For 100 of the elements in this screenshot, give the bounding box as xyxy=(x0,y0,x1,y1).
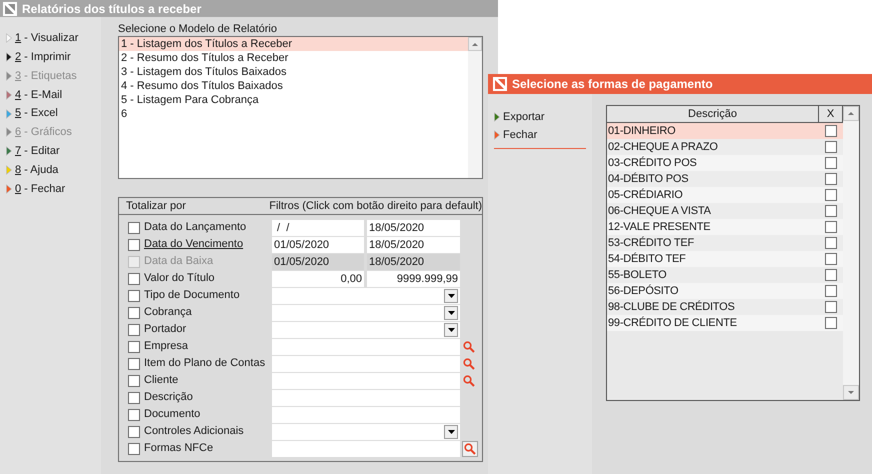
dropdown-button[interactable] xyxy=(444,424,458,438)
list-item[interactable]: 6 xyxy=(119,107,468,121)
range-from-field[interactable]: 0,00 xyxy=(272,270,364,286)
column-header: Filtros (Click com botão direito para default) xyxy=(269,198,482,214)
checkbox[interactable] xyxy=(128,374,140,386)
row-checkbox[interactable] xyxy=(825,237,837,249)
checkbox[interactable] xyxy=(128,426,140,438)
row-checkbox[interactable] xyxy=(825,221,837,233)
filter-label: Formas NFCe xyxy=(144,441,214,456)
list-item[interactable]: 2 - Resumo dos Títulos a Receber xyxy=(119,51,468,65)
table-row[interactable]: 54-DÉBITO TEF xyxy=(607,251,843,267)
lookup-field[interactable] xyxy=(272,338,460,354)
sidebar-item[interactable]: 2 - Imprimir xyxy=(6,48,101,67)
checkbox[interactable] xyxy=(128,442,140,454)
row-checkbox[interactable] xyxy=(825,317,837,329)
scroll-up-button[interactable] xyxy=(468,37,482,51)
checkbox[interactable] xyxy=(128,358,140,370)
filter-label: Portador xyxy=(144,322,186,338)
row-checkbox[interactable] xyxy=(825,205,837,217)
table-cell-text: 56-DEPÓSITO xyxy=(607,284,680,299)
sidebar-item[interactable]: 0 - Fechar xyxy=(6,179,101,198)
list-item[interactable]: 5 - Listagem Para Cobrança xyxy=(119,93,468,107)
row-checkbox[interactable] xyxy=(825,253,837,265)
row-checkbox[interactable] xyxy=(825,269,837,281)
table-cell-text: 54-DÉBITO TEF xyxy=(607,252,687,267)
range-from-field[interactable]: 01/05/2020 xyxy=(272,236,364,252)
range-from-field[interactable]: / / xyxy=(272,220,364,236)
sidebar-item[interactable]: 1 - Visualizar xyxy=(6,29,101,48)
app-logo-icon xyxy=(3,2,17,16)
checkbox[interactable] xyxy=(128,324,140,336)
shortcut-key: 1 xyxy=(15,30,22,47)
lookup-field[interactable] xyxy=(272,372,460,388)
sidebar-item[interactable]: 5 - Excel xyxy=(6,104,101,123)
checkbox[interactable] xyxy=(128,238,140,250)
shortcut-key: 4 xyxy=(15,86,22,104)
dropdown-button[interactable] xyxy=(444,288,458,302)
sidebar-label: - Excel xyxy=(23,106,58,122)
checkbox[interactable] xyxy=(128,306,140,318)
action-link[interactable]: Exportar xyxy=(494,108,586,126)
range-to-field[interactable]: 18/05/2020 xyxy=(367,236,460,252)
text-field[interactable] xyxy=(272,390,460,406)
row-checkbox[interactable] xyxy=(825,285,837,297)
dropdown-field[interactable] xyxy=(272,322,460,338)
sidebar-item[interactable]: 7 - Editar xyxy=(6,142,101,161)
sidebar-label: - Visualizar xyxy=(23,31,78,46)
row-checkbox[interactable] xyxy=(825,157,837,169)
table-cell-text: 06-CHEQUE A VISTA xyxy=(607,204,712,219)
sidebar-item[interactable]: 4 - E-Mail xyxy=(6,85,101,104)
table-row[interactable]: 56-DEPÓSITO xyxy=(607,283,843,299)
dropdown-field[interactable] xyxy=(272,288,460,304)
dropdown-button[interactable] xyxy=(444,322,458,336)
list-item[interactable]: 3 - Listagem dos Títulos Baixados xyxy=(119,65,468,79)
search-icon[interactable] xyxy=(463,358,475,370)
action-link[interactable]: Fechar xyxy=(494,126,586,144)
lookup-field[interactable] xyxy=(272,356,460,372)
row-checkbox[interactable] xyxy=(825,125,837,137)
lookup-field[interactable] xyxy=(272,440,460,456)
table-cell-text: 03-CRÉDITO POS xyxy=(607,156,698,171)
shortcut-key: 0 xyxy=(15,180,22,198)
scroll-down-button[interactable] xyxy=(843,385,859,400)
range-to-field[interactable]: 9999.999,99 xyxy=(367,270,460,286)
scroll-up-button[interactable] xyxy=(843,106,859,121)
table-row[interactable]: 05-CRÉDIARIO xyxy=(607,187,843,203)
table-row[interactable]: 03-CRÉDITO POS xyxy=(607,155,843,171)
checkbox[interactable] xyxy=(128,408,140,420)
scrollbar[interactable] xyxy=(843,106,859,400)
row-checkbox[interactable] xyxy=(825,173,837,185)
dialog-title: Selecione as formas de pagamento xyxy=(512,76,713,93)
scrollbar[interactable] xyxy=(468,37,482,178)
caret-down-icon xyxy=(848,391,854,394)
list-item[interactable]: 4 - Resumo dos Títulos Baixados xyxy=(119,79,468,93)
checkbox[interactable] xyxy=(128,340,140,352)
row-checkbox[interactable] xyxy=(825,141,837,153)
checkbox[interactable] xyxy=(128,222,140,234)
dropdown-button[interactable] xyxy=(444,306,458,320)
list-item[interactable]: 1 - Listagem dos Títulos a Receber xyxy=(119,37,468,51)
dropdown-field[interactable] xyxy=(272,424,460,440)
table-row[interactable]: 12-VALE PRESENTE xyxy=(607,219,843,235)
text-field[interactable] xyxy=(272,406,460,422)
table-cell-text: 99-CRÉDITO DE CLIENTE xyxy=(607,316,738,331)
column-header: Totalizar por xyxy=(125,198,187,214)
filter-label: Descrição xyxy=(144,390,193,406)
search-icon[interactable] xyxy=(463,374,475,386)
sidebar-item[interactable]: 8 - Ajuda xyxy=(6,160,101,180)
row-checkbox[interactable] xyxy=(825,189,837,201)
search-icon[interactable] xyxy=(463,340,475,352)
row-checkbox[interactable] xyxy=(825,301,837,313)
checkbox[interactable] xyxy=(128,290,140,302)
range-to-field[interactable]: 18/05/2020 xyxy=(367,220,460,236)
checkbox[interactable] xyxy=(128,392,140,404)
column-header: X xyxy=(819,106,843,122)
shortcut-key: 7 xyxy=(15,142,22,160)
dropdown-field[interactable] xyxy=(272,304,460,320)
checkbox[interactable] xyxy=(128,272,140,284)
sidebar-label: - Imprimir xyxy=(23,50,71,65)
table-row[interactable]: 99-CRÉDITO DE CLIENTE xyxy=(607,315,843,331)
sidebar-label: - E-Mail xyxy=(23,88,62,103)
table-row[interactable]: 01-DINHEIRO xyxy=(607,123,843,139)
caret-icon xyxy=(448,328,454,332)
sidebar-label: - Gráficos xyxy=(23,125,72,140)
